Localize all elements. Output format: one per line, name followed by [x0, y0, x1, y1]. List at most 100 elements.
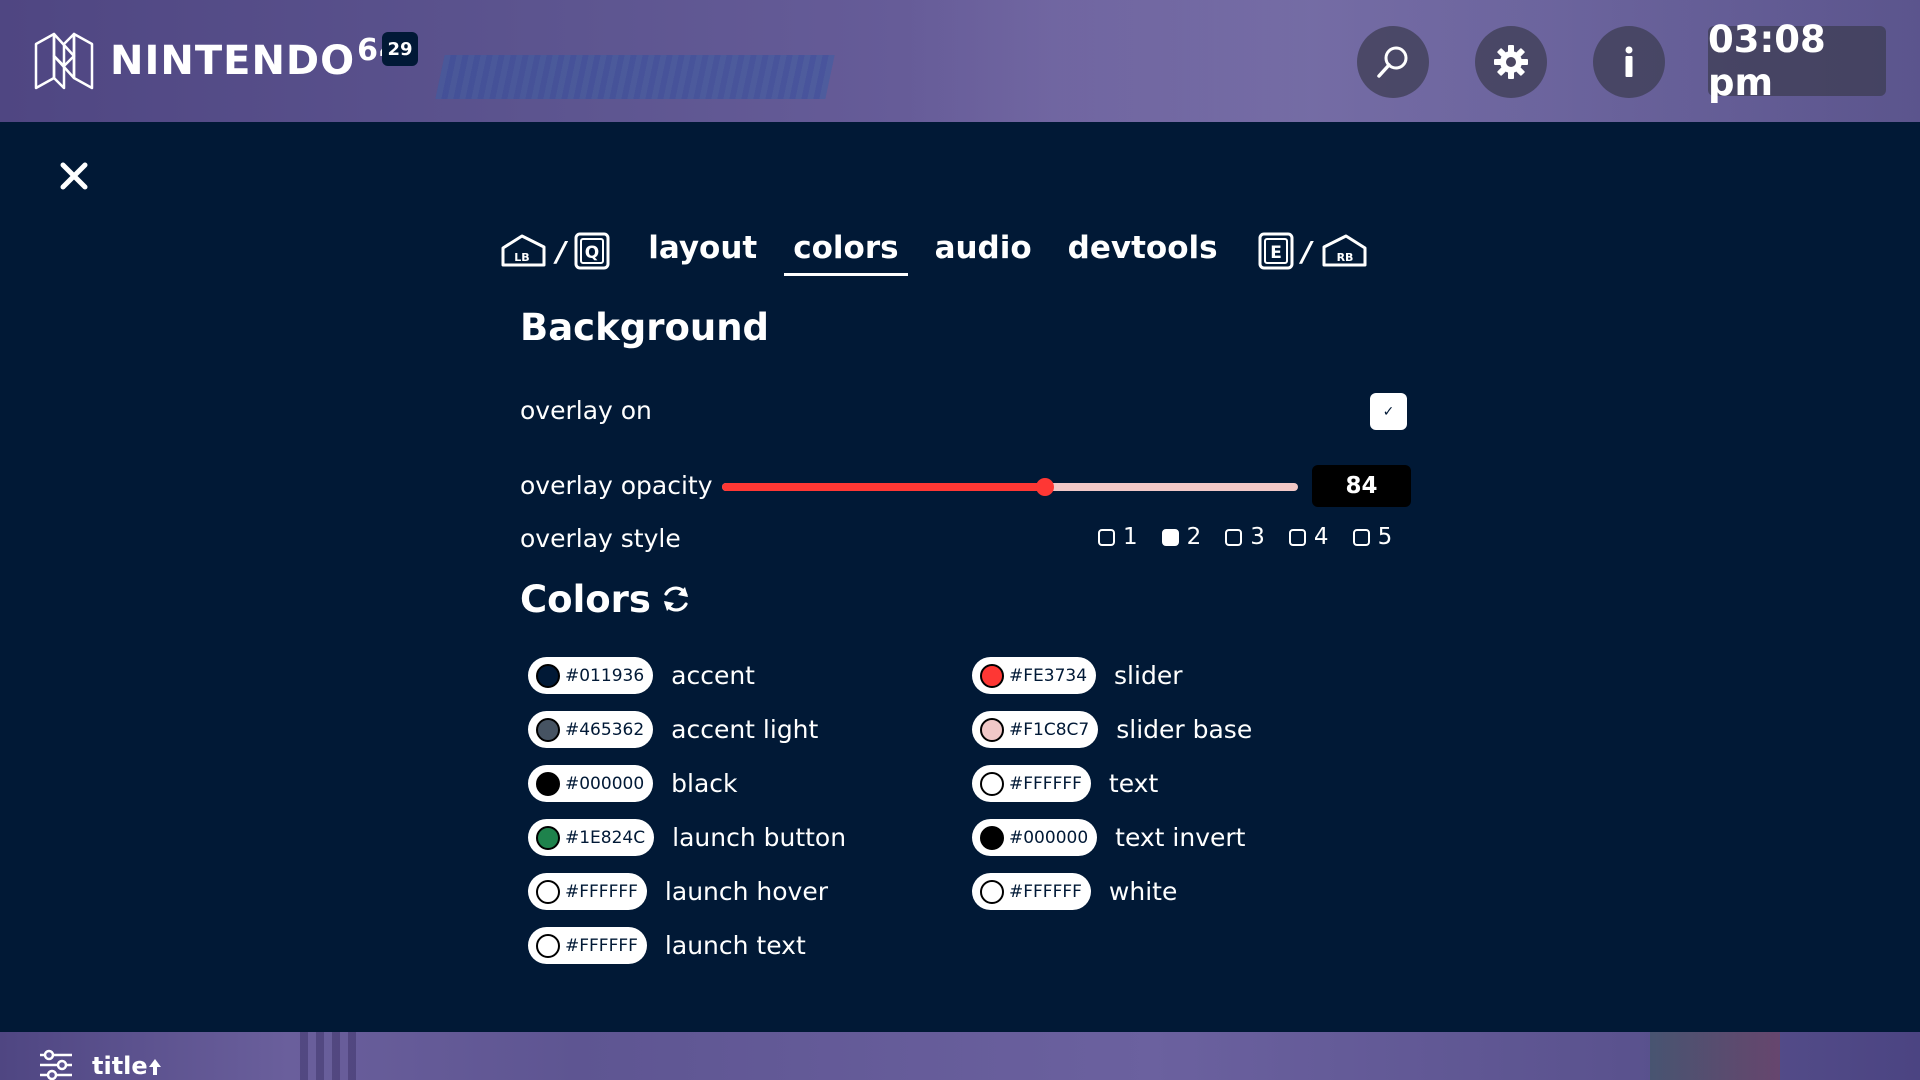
color-row-launch-button: #1E824C launch button [528, 819, 846, 856]
tab-layout[interactable]: layout [639, 226, 766, 276]
color-swatch [536, 879, 560, 904]
rb-button-icon[interactable]: RB [1320, 233, 1368, 269]
style-checkbox[interactable] [1161, 528, 1179, 546]
color-picker-pill[interactable]: #FFFFFF [972, 765, 1091, 802]
color-hex: #F1C8C7 [1009, 719, 1090, 740]
colors-section-title: Colors [520, 578, 651, 621]
sort-label[interactable]: title [92, 1052, 148, 1080]
overlay-style-option[interactable]: 4 [1288, 524, 1329, 550]
style-number: 2 [1186, 524, 1202, 550]
color-picker-pill[interactable]: #1E824C [528, 819, 655, 856]
top-bar: NINTENDO64 29 03:08 pm [0, 0, 1920, 122]
info-icon [1625, 46, 1633, 77]
search-button[interactable] [1357, 26, 1429, 98]
style-checkbox[interactable] [1225, 528, 1243, 546]
overlay-opacity-value[interactable]: 84 [1312, 465, 1411, 507]
settings-tabs: LB / Q layout colors audio devtools E / … [500, 224, 1368, 278]
svg-text:LB: LB [514, 251, 529, 264]
color-name: white [1108, 877, 1178, 906]
color-picker-pill[interactable]: #FE3734 [972, 657, 1097, 694]
color-swatch [536, 663, 560, 688]
color-swatch [980, 825, 1004, 850]
style-checkbox[interactable] [1288, 528, 1306, 546]
tab-colors[interactable]: colors [784, 226, 908, 276]
color-hex: #FE3734 [1009, 665, 1088, 686]
lb-button-icon[interactable]: LB [500, 233, 548, 269]
color-row-text: #FFFFFF text [972, 765, 1158, 802]
color-swatch [536, 771, 560, 796]
overlay-style-label: overlay style [520, 524, 681, 553]
color-picker-pill[interactable]: #000000 [528, 765, 654, 802]
overlay-on-label: overlay on [520, 396, 652, 425]
tab-audio[interactable]: audio [926, 226, 1041, 276]
q-key-icon[interactable]: Q [574, 232, 610, 270]
refresh-icon[interactable] [660, 583, 692, 615]
style-number: 3 [1250, 524, 1265, 550]
overlay-style-option[interactable]: 5 [1352, 524, 1393, 550]
platform-logo: NINTENDO64 [32, 30, 401, 92]
style-checkbox[interactable] [1352, 528, 1370, 546]
search-icon [1377, 46, 1408, 78]
color-swatch [536, 717, 560, 742]
color-row-white: #FFFFFF white [972, 873, 1177, 910]
color-picker-pill[interactable]: #011936 [528, 657, 654, 694]
color-hex: #FFFFFF [565, 935, 638, 956]
overlay-opacity-label: overlay opacity [520, 471, 713, 500]
color-swatch [980, 879, 1004, 904]
background-section-title: Background [520, 306, 770, 349]
color-picker-pill[interactable]: #FFFFFF [528, 927, 647, 964]
overlay-style-option[interactable]: 2 [1161, 524, 1202, 550]
color-row-accent: #011936 accent [528, 657, 755, 694]
color-picker-pill[interactable]: #000000 [972, 819, 1098, 856]
color-hex: #465362 [565, 719, 645, 740]
style-checkbox[interactable] [1098, 528, 1115, 546]
bottom-bar [0, 1032, 1920, 1080]
color-row-slider-base: #F1C8C7 slider base [972, 711, 1252, 748]
color-name: launch button [672, 823, 847, 852]
color-swatch [980, 663, 1004, 688]
overlay-style-option[interactable]: 3 [1225, 524, 1265, 550]
color-hex: #FFFFFF [1009, 773, 1082, 794]
info-button[interactable] [1593, 26, 1665, 98]
color-hex: #FFFFFF [565, 881, 638, 902]
svg-text:E: E [1270, 243, 1282, 263]
overlay-on-checkbox[interactable]: ✓ [1370, 393, 1407, 430]
color-name: accent [671, 661, 755, 690]
clock: 03:08 pm [1708, 18, 1886, 104]
sort-ascending-icon[interactable] [148, 1058, 162, 1076]
color-picker-pill[interactable]: #FFFFFF [972, 873, 1091, 910]
color-row-launch-hover: #FFFFFF launch hover [528, 873, 828, 910]
style-number: 1 [1123, 524, 1138, 550]
e-key-icon[interactable]: E [1258, 232, 1294, 270]
sliders-icon[interactable] [38, 1048, 74, 1080]
tab-devtools[interactable]: devtools [1059, 226, 1227, 276]
overlay-style-option[interactable]: 1 [1098, 524, 1138, 550]
color-swatch [980, 771, 1004, 796]
slider-fill [722, 483, 1045, 491]
svg-text:Q: Q [585, 243, 599, 263]
overlay-opacity-slider[interactable] [722, 478, 1298, 496]
color-picker-pill[interactable]: #FFFFFF [528, 873, 647, 910]
footer-background-art [1650, 1032, 1780, 1080]
gear-icon [1494, 45, 1528, 79]
color-name: slider [1114, 661, 1183, 690]
color-name: launch text [664, 931, 806, 960]
color-row-black: #000000 black [528, 765, 738, 802]
color-swatch [536, 933, 560, 958]
color-picker-pill[interactable]: #465362 [528, 711, 654, 748]
color-picker-pill[interactable]: #F1C8C7 [972, 711, 1099, 748]
color-name: text [1108, 769, 1159, 798]
color-row-slider: #FE3734 slider [972, 657, 1182, 694]
checkmark-icon: ✓ [1382, 403, 1395, 420]
color-row-launch-text: #FFFFFF launch text [528, 927, 806, 964]
settings-button[interactable] [1475, 26, 1547, 98]
close-icon[interactable] [58, 160, 90, 192]
style-number: 4 [1313, 524, 1329, 550]
slider-thumb[interactable] [1035, 478, 1054, 496]
game-count-badge: 29 [382, 32, 418, 66]
color-name: accent light [671, 715, 819, 744]
style-number: 5 [1377, 524, 1393, 550]
color-hex: #FFFFFF [1009, 881, 1082, 902]
color-row-text-invert: #000000 text invert [972, 819, 1245, 856]
color-hex: #000000 [1009, 827, 1089, 848]
